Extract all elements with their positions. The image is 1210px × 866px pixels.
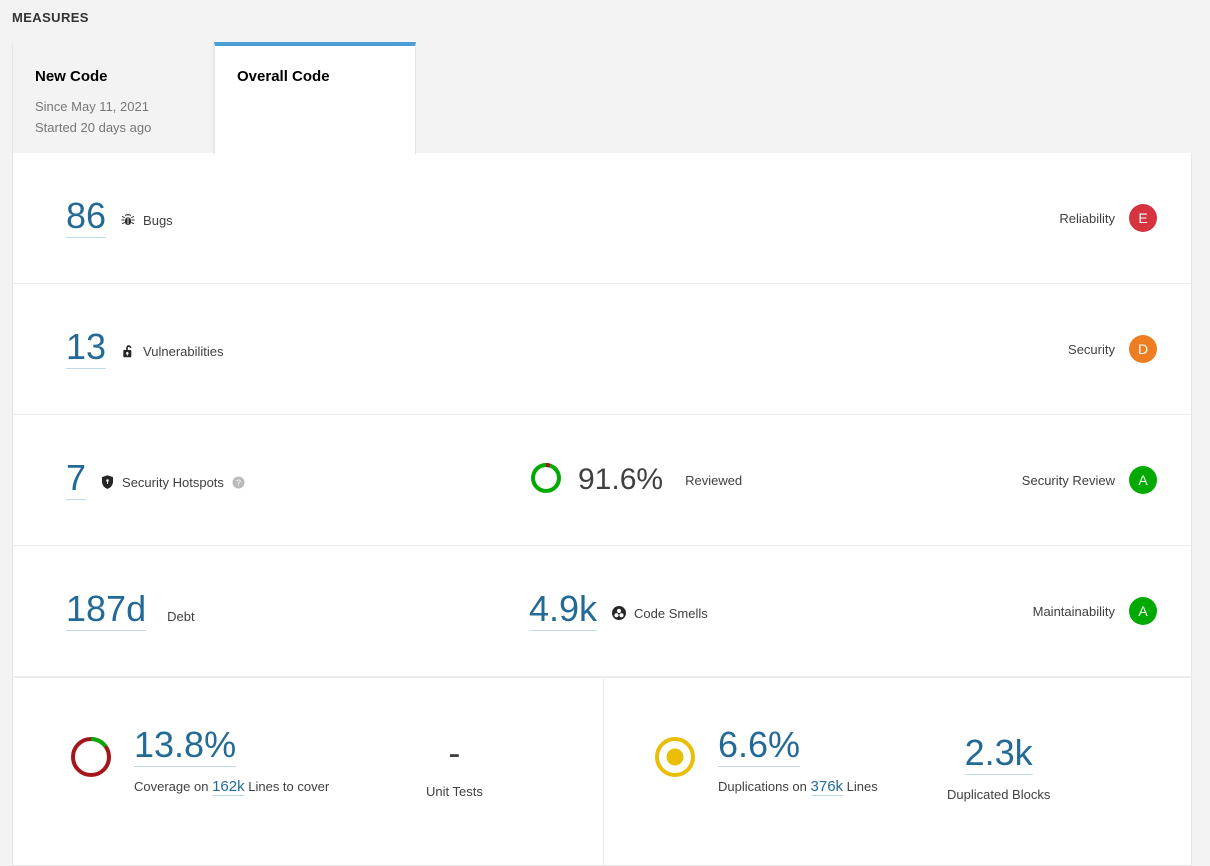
debt-label: Debt [167,609,195,624]
measures-page: MEASURES New Code Since May 11, 2021 Sta… [0,0,1210,866]
code-smells-value-link[interactable]: 4.9k [529,591,598,631]
coverage-suffix: Lines to cover [248,779,330,794]
security-label: Security [1068,341,1115,357]
security-review-rating-group: Security Review A [1022,466,1157,494]
vulnerabilities-label: Vulnerabilities [143,343,224,359]
tab-new-code-label: New Code [35,68,108,85]
tab-new-code-since: Since May 11, 2021 [35,99,149,114]
duplications-suffix: Lines [846,779,878,794]
unit-tests-value: - [448,732,461,773]
security-hotspots-label: Security Hotspots [122,474,224,490]
reviewed-measure: 91.6% Reviewed [528,460,742,501]
bugs-value-link[interactable]: 86 [66,198,107,238]
code-period-tabs: New Code Since May 11, 2021 Started 20 d… [12,42,416,154]
bugs-measure: 86 Bugs [66,198,173,238]
security-rating-badge[interactable]: D [1129,335,1157,363]
coverage-prefix: Coverage on [134,779,209,794]
duplications-percent-link[interactable]: 6.6% [718,726,801,767]
svg-text:?: ? [236,477,241,487]
duplicated-blocks-label: Duplicated Blocks [947,787,1051,802]
tab-overall-code-label: Overall Code [237,68,330,85]
security-review-rating-badge[interactable]: A [1129,466,1157,494]
tab-overall-code[interactable]: Overall Code [214,42,416,154]
bugs-label-group: Bugs [120,212,173,228]
duplicated-lines-link[interactable]: 376k [810,778,844,796]
measure-row-vulnerabilities: 13 Vulnerabilities Security D [13,284,1191,415]
duplicated-blocks-value-link[interactable]: 2.3k [964,734,1033,775]
debt-measure: 187d Debt [66,591,195,631]
duplicated-blocks-measure: 2.3k Duplicated Blocks [947,734,1051,803]
unit-tests-measure: - Unit Tests [426,732,483,800]
duplications-prefix: Duplications on [718,779,807,794]
reviewed-label: Reviewed [685,472,743,488]
duplications-gauge [650,732,700,787]
duplications-text: 6.6% Duplications on 376k Lines [718,726,878,796]
maintainability-label: Maintainability [1032,603,1115,619]
vulnerabilities-label-group: Vulnerabilities [120,343,224,359]
maintainability-rating-group: Maintainability A [1033,597,1157,625]
measure-row-maintainability: 187d Debt 4.9k Code Smells Maintainabili… [13,546,1191,677]
code-smell-icon [611,605,627,621]
coverage-percent-link[interactable]: 13.8% [134,726,237,767]
lines-to-cover-link[interactable]: 162k [212,778,245,796]
measure-row-security-hotspots: 7 Security Hotspots ? 91.6% Reviewed Sec… [13,415,1191,546]
code-smells-label-group: Code Smells [611,605,708,621]
tab-new-code-started: Started 20 days ago [35,120,152,135]
reliability-rating-group: Reliability E [1059,204,1157,232]
coverage-measure: 13.8% Coverage on 162k Lines to cover [66,726,330,796]
reliability-label: Reliability [1059,210,1115,226]
tab-new-code[interactable]: New Code Since May 11, 2021 Started 20 d… [12,42,214,154]
bugs-label: Bugs [143,212,173,228]
debt-value-link[interactable]: 187d [66,591,147,631]
code-smells-measure: 4.9k Code Smells [529,591,708,631]
coverage-subtitle: Coverage on 162k Lines to cover [134,778,330,796]
security-hotspots-measure: 7 Security Hotspots ? [66,460,245,500]
security-rating-group: Security D [1068,335,1157,363]
code-smells-label: Code Smells [634,605,708,621]
unit-tests-label: Unit Tests [426,784,483,799]
help-icon[interactable]: ? [232,476,245,489]
reliability-rating-badge[interactable]: E [1129,204,1157,232]
duplications-subtitle: Duplications on 376k Lines [718,778,878,796]
reviewed-percent: 91.6% [578,463,664,496]
duplications-panel: 6.6% Duplications on 376k Lines 2.3k Dup… [603,678,1191,865]
page-title: MEASURES [12,10,89,25]
coverage-panel: 13.8% Coverage on 162k Lines to cover - … [13,678,603,865]
coverage-gauge [66,732,116,787]
coverage-duplications-row: 13.8% Coverage on 162k Lines to cover - … [13,677,1191,865]
security-review-label: Security Review [1021,472,1115,488]
vulnerabilities-measure: 13 Vulnerabilities [66,329,224,369]
maintainability-rating-badge[interactable]: A [1129,597,1157,625]
vulnerabilities-value-link[interactable]: 13 [66,329,107,369]
measures-panel: 86 Bugs Reliability E 13 Vulnerabilities… [12,153,1192,866]
duplications-measure: 6.6% Duplications on 376k Lines [650,726,878,796]
security-hotspots-value-link[interactable]: 7 [66,460,87,500]
security-hotspots-label-group: Security Hotspots ? [100,474,245,490]
reviewed-gauge [528,460,564,501]
bug-icon [120,212,136,228]
measure-row-bugs: 86 Bugs Reliability E [13,153,1191,284]
security-hotspot-icon [100,474,115,490]
vulnerability-icon [120,343,136,359]
coverage-text: 13.8% Coverage on 162k Lines to cover [134,726,330,796]
